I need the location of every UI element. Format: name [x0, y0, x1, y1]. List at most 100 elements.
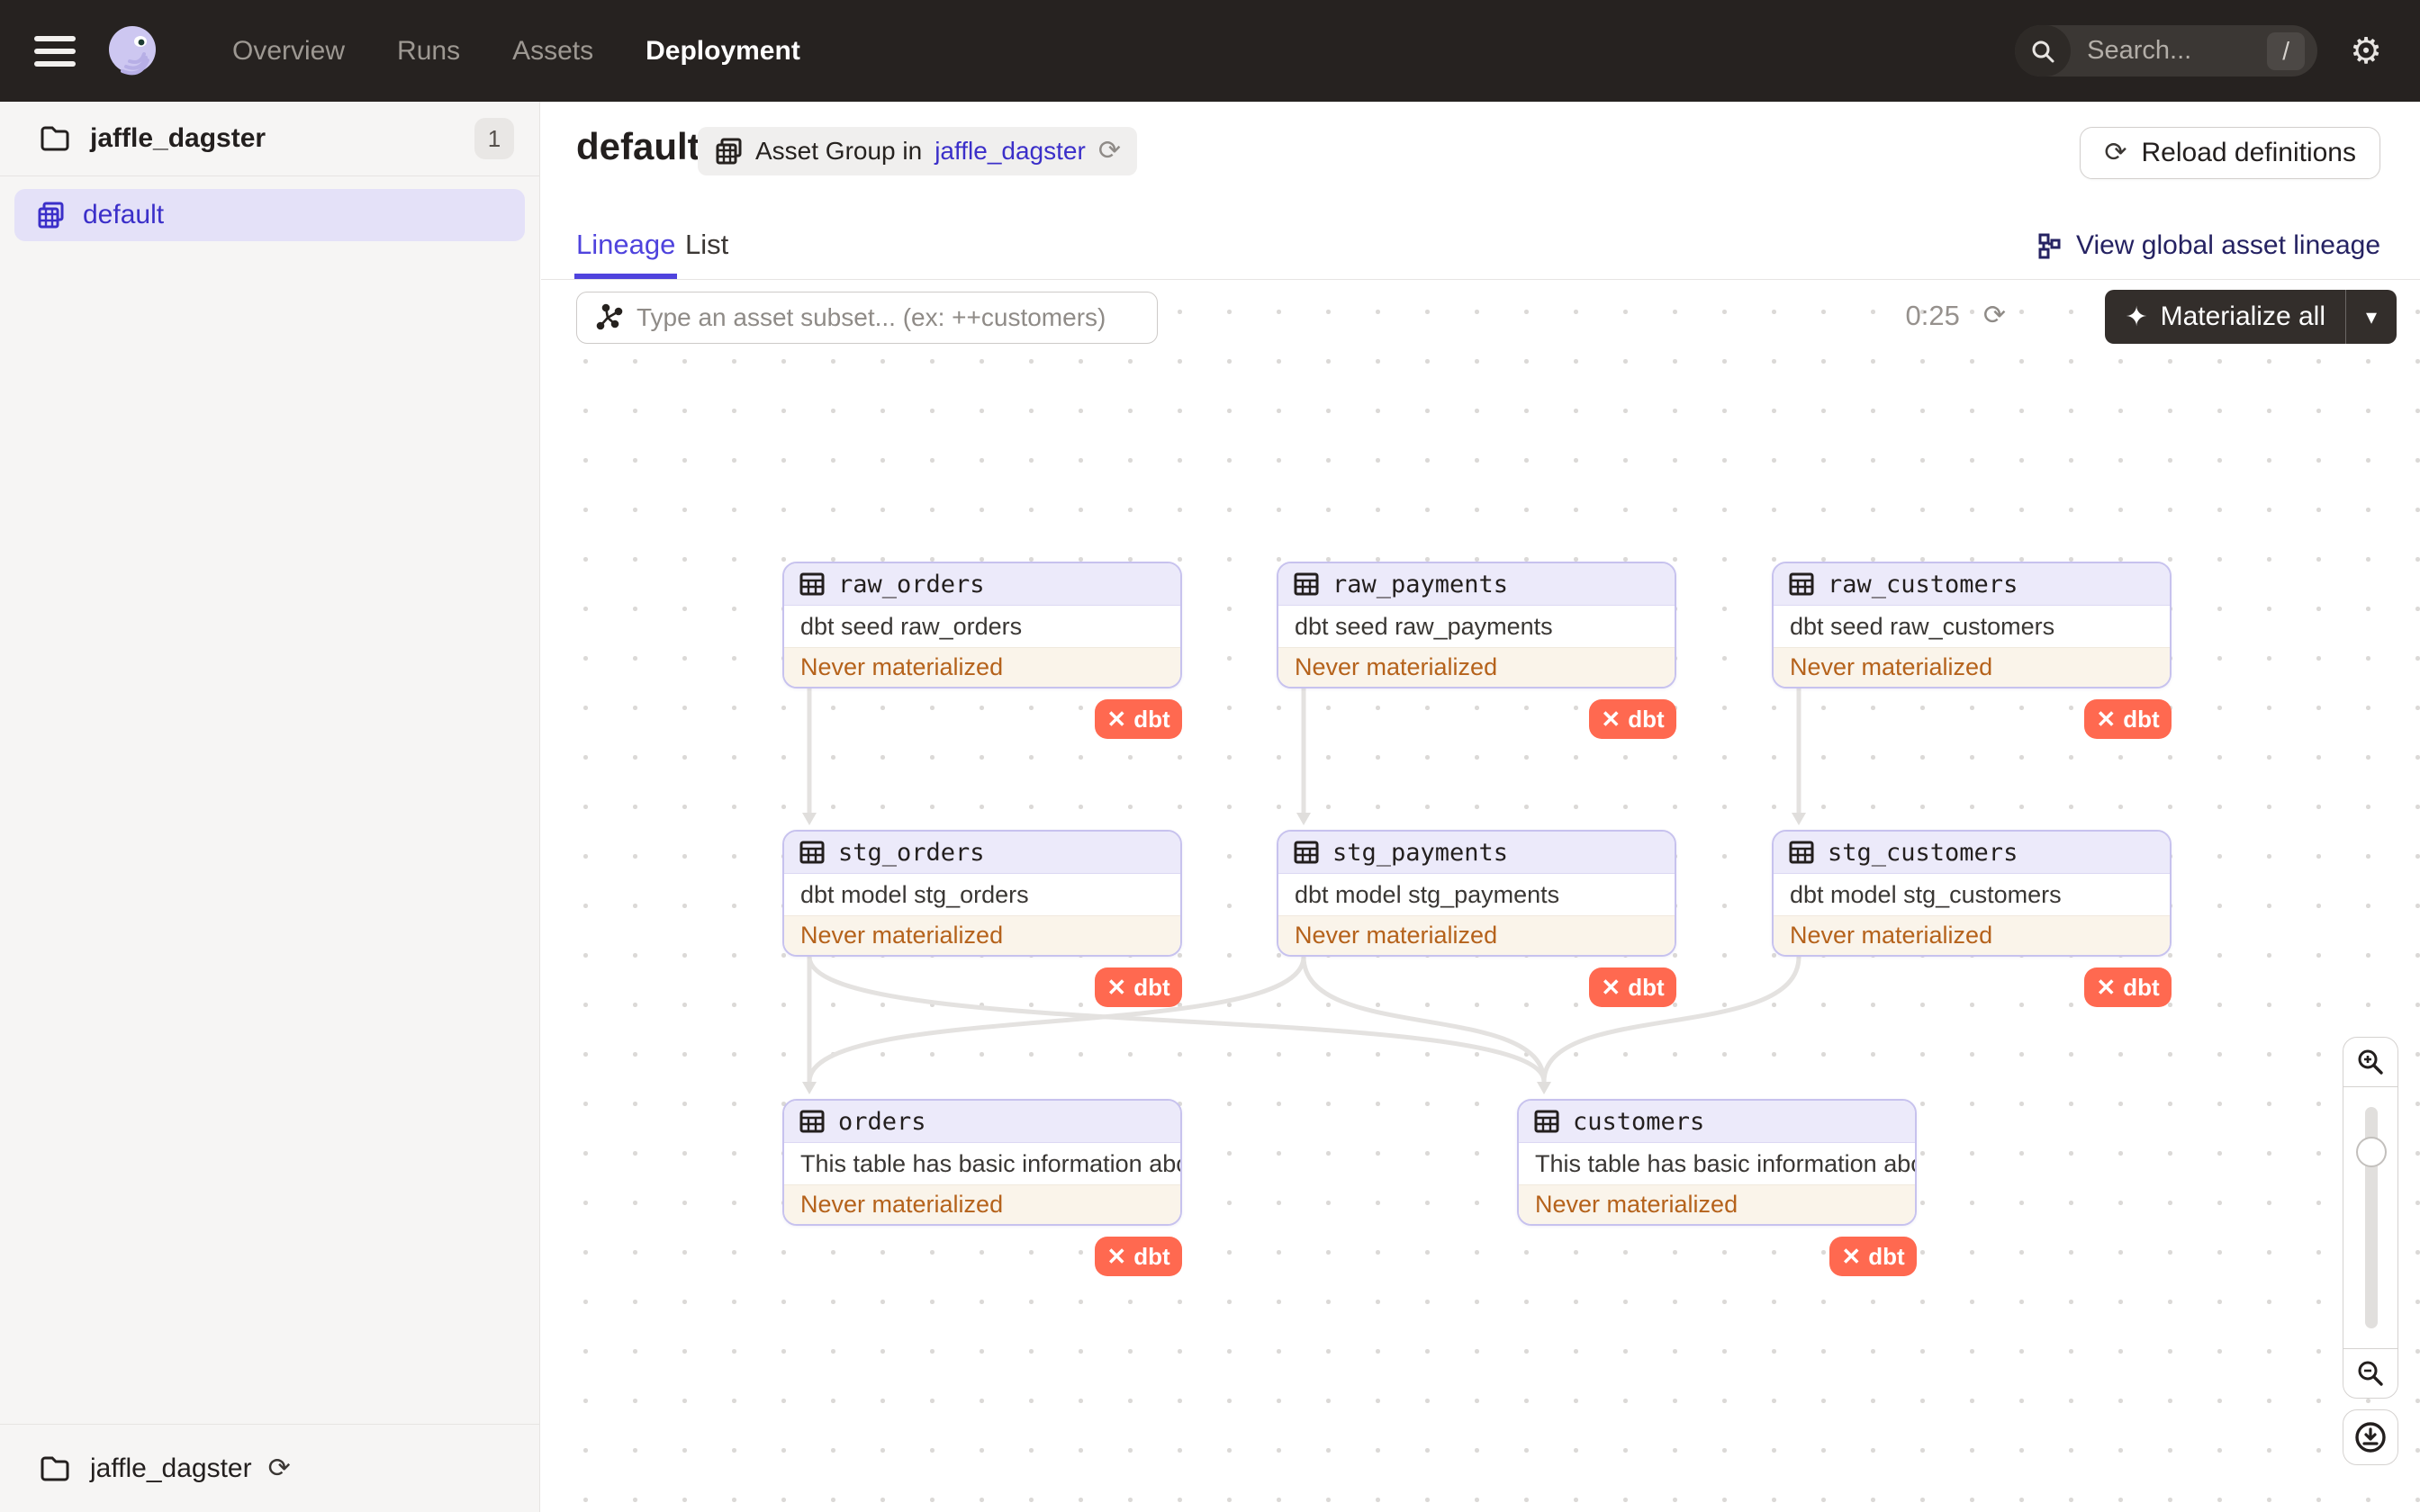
- sidebar-project-row[interactable]: jaffle_dagster 1: [0, 102, 539, 176]
- search-icon: [2015, 25, 2072, 76]
- dbt-logo-icon: ✕: [2096, 706, 2117, 733]
- reload-group-icon[interactable]: ⟳: [1098, 138, 1121, 165]
- refresh-graph-icon[interactable]: ⟳: [1983, 302, 2006, 329]
- dbt-badge[interactable]: ✕ dbt: [2084, 968, 2172, 1007]
- sidebar-project-label: jaffle_dagster: [90, 123, 266, 153]
- tab-bar: Lineage List View global asset lineage: [541, 223, 2420, 280]
- lineage-icon: [2038, 233, 2061, 259]
- asset-title: raw_orders: [838, 570, 985, 598]
- materialize-options-caret[interactable]: ▾: [2346, 304, 2397, 330]
- nav-item-runs[interactable]: Runs: [397, 36, 460, 67]
- table-icon: [799, 1110, 825, 1133]
- search-input[interactable]: Search... /: [2015, 25, 2318, 76]
- download-icon: [2355, 1422, 2386, 1453]
- nav-item-overview[interactable]: Overview: [232, 36, 345, 67]
- tag-prefix: Asset Group in: [755, 137, 923, 165]
- dbt-logo-icon: ✕: [1106, 1243, 1127, 1270]
- dagster-logo[interactable]: [103, 22, 162, 81]
- search-placeholder: Search...: [2087, 36, 2192, 65]
- materialize-all-label: Materialize all: [2160, 302, 2325, 331]
- asset-filter-icon: [596, 303, 623, 330]
- dbt-logo-icon: ✕: [2096, 974, 2117, 1001]
- dbt-logo-icon: ✕: [1601, 706, 1621, 733]
- footer-project-label: jaffle_dagster: [90, 1453, 252, 1483]
- asset-node-stg_payments[interactable]: stg_payments dbt model stg_payments Neve…: [1277, 830, 1676, 1007]
- zoom-controls: [2343, 1037, 2398, 1465]
- asset-node-stg_customers[interactable]: stg_customers dbt model stg_customers Ne…: [1772, 830, 2172, 1007]
- dbt-badge[interactable]: ✕ dbt: [1095, 968, 1182, 1007]
- download-image-button[interactable]: [2343, 1409, 2398, 1465]
- zoom-slider-thumb[interactable]: [2356, 1137, 2387, 1167]
- asset-title: stg_payments: [1332, 838, 1509, 867]
- asset-node-raw_payments[interactable]: raw_payments dbt seed raw_payments Never…: [1277, 562, 1676, 739]
- asset-group-icon: [716, 138, 742, 165]
- asset-node-customers[interactable]: customers This table has basic informati…: [1517, 1099, 1917, 1276]
- asset-node-raw_customers[interactable]: raw_customers dbt seed raw_customers Nev…: [1772, 562, 2172, 739]
- materialize-all-button[interactable]: ✦ Materialize all ▾: [2105, 290, 2397, 344]
- table-icon: [1789, 572, 1814, 596]
- menu-icon[interactable]: [34, 35, 76, 67]
- asset-description: dbt seed raw_customers: [1790, 612, 2055, 640]
- asset-status: Never materialized: [784, 915, 1180, 955]
- sparkle-icon: ✦: [2125, 302, 2148, 332]
- dbt-badge-label: dbt: [1628, 973, 1665, 1001]
- asset-node-orders[interactable]: orders This table has basic information …: [782, 1099, 1182, 1276]
- table-icon: [1789, 841, 1814, 864]
- sidebar: jaffle_dagster 1 default jaffle_dagster …: [0, 102, 540, 1512]
- dbt-badge-label: dbt: [1628, 705, 1665, 733]
- settings-gear-icon[interactable]: ⚙: [2350, 31, 2382, 72]
- view-global-asset-lineage-link[interactable]: View global asset lineage: [2036, 230, 2380, 261]
- asset-group-icon: [38, 202, 64, 229]
- table-icon: [799, 841, 825, 864]
- asset-status: Never materialized: [1278, 915, 1675, 955]
- dbt-badge[interactable]: ✕ dbt: [1589, 699, 1676, 739]
- asset-title: raw_payments: [1332, 570, 1509, 598]
- nav-item-deployment[interactable]: Deployment: [646, 36, 800, 67]
- tab-list[interactable]: List: [685, 229, 728, 261]
- dbt-badge[interactable]: ✕ dbt: [1589, 968, 1676, 1007]
- dbt-badge-label: dbt: [1868, 1242, 1905, 1270]
- refresh-timer: 0:25: [1905, 300, 1960, 331]
- dbt-badge-label: dbt: [1133, 705, 1170, 733]
- sidebar-item-default[interactable]: default: [14, 189, 525, 241]
- dbt-badge[interactable]: ✕ dbt: [2084, 699, 2172, 739]
- asset-title: orders: [838, 1107, 926, 1136]
- zoom-slider[interactable]: [2343, 1087, 2398, 1348]
- asset-status: Never materialized: [784, 647, 1180, 687]
- asset-group-tag: Asset Group in jaffle_dagster ⟳: [698, 127, 1137, 176]
- asset-node-raw_orders[interactable]: raw_orders dbt seed raw_orders Never mat…: [782, 562, 1182, 739]
- asset-title: stg_orders: [838, 838, 985, 867]
- table-icon: [1294, 841, 1319, 864]
- reload-workspace-icon[interactable]: ⟳: [268, 1454, 291, 1482]
- nav-links: Overview Runs Assets Deployment: [232, 36, 800, 67]
- dbt-badge-label: dbt: [1133, 1242, 1170, 1270]
- tag-project-link[interactable]: jaffle_dagster: [935, 137, 1086, 166]
- sidebar-footer: jaffle_dagster ⟳: [0, 1424, 539, 1512]
- asset-title: raw_customers: [1828, 570, 2018, 598]
- reload-definitions-button[interactable]: ⟳ Reload definitions: [2080, 127, 2380, 179]
- asset-node-stg_orders[interactable]: stg_orders dbt model stg_orders Never ma…: [782, 830, 1182, 1007]
- table-icon: [1534, 1110, 1559, 1133]
- search-shortcut-badge: /: [2267, 32, 2306, 70]
- dbt-badge[interactable]: ✕ dbt: [1829, 1237, 1917, 1276]
- asset-title: stg_customers: [1828, 838, 2018, 867]
- tab-lineage[interactable]: Lineage: [573, 229, 678, 279]
- folder-icon: [41, 126, 69, 151]
- page-title: default: [576, 125, 700, 167]
- table-icon: [799, 572, 825, 596]
- dbt-logo-icon: ✕: [1601, 974, 1621, 1001]
- zoom-in-button[interactable]: [2343, 1037, 2398, 1087]
- asset-subset-placeholder: Type an asset subset... (ex: ++customers…: [637, 303, 1106, 331]
- zoom-out-icon: [2358, 1361, 2383, 1386]
- dbt-logo-icon: ✕: [1106, 706, 1127, 733]
- dbt-logo-icon: ✕: [1841, 1243, 1862, 1270]
- asset-title: customers: [1573, 1107, 1705, 1136]
- zoom-in-icon: [2358, 1049, 2383, 1075]
- asset-subset-input[interactable]: Type an asset subset... (ex: ++customers…: [576, 292, 1158, 344]
- lineage-canvas[interactable]: Type an asset subset... (ex: ++customers…: [541, 280, 2420, 1512]
- dbt-badge[interactable]: ✕ dbt: [1095, 699, 1182, 739]
- nav-item-assets[interactable]: Assets: [512, 36, 593, 67]
- asset-description: dbt seed raw_payments: [1295, 612, 1553, 640]
- dbt-badge[interactable]: ✕ dbt: [1095, 1237, 1182, 1276]
- zoom-out-button[interactable]: [2343, 1348, 2398, 1399]
